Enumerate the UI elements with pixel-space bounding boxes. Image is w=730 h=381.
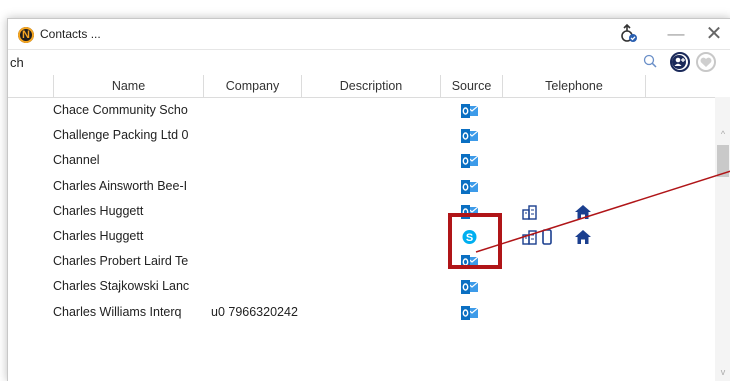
column-header-company[interactable]: Company (204, 75, 302, 97)
heart-icon (700, 57, 712, 67)
add-contact-icon (672, 55, 686, 69)
header-spacer (8, 75, 54, 97)
close-button[interactable]: ✕ (703, 23, 725, 45)
contact-name: Chace Community Scho (53, 103, 188, 117)
outlook-icon (461, 279, 479, 295)
vertical-scrollbar[interactable]: ^ v (715, 97, 730, 381)
column-header-name[interactable]: Name (54, 75, 204, 97)
search-input[interactable] (8, 52, 632, 72)
search-icon[interactable] (642, 53, 660, 71)
table-row[interactable]: Charles Stajkowski Lanc (8, 275, 708, 300)
scroll-up-icon[interactable]: ^ (715, 127, 730, 141)
column-header-description[interactable]: Description (302, 75, 441, 97)
upload-check-icon[interactable] (618, 23, 640, 45)
contact-name: Charles Huggett (53, 203, 144, 218)
source-highlight-box (448, 213, 502, 269)
outlook-icon (461, 305, 479, 321)
scroll-down-icon[interactable]: v (715, 365, 730, 379)
favorite-button[interactable] (696, 52, 716, 72)
contact-name: Channel (53, 153, 100, 168)
minimize-icon: — (667, 24, 685, 43)
home-phone-icon[interactable] (574, 204, 592, 220)
mobile-phone-icon[interactable] (541, 229, 553, 245)
close-icon: ✕ (705, 23, 723, 45)
table-row[interactable]: Charles Ainsworth Bee-I (8, 175, 708, 200)
outlook-icon (461, 103, 479, 119)
contacts-window: N Contacts ... — ✕ ch Name Company Descr… (7, 18, 730, 381)
outlook-icon (461, 179, 479, 195)
app-logo-icon: N (18, 27, 34, 43)
contact-name: Charles Stajkowski Lanc (53, 279, 190, 294)
outlook-icon (461, 128, 479, 144)
contact-name: Charles Williams Interq (53, 304, 182, 319)
contact-name: Charles Probert Laird Te (53, 254, 189, 269)
office-phone-icon[interactable] (522, 229, 540, 245)
table-row[interactable]: Charles Huggett S (8, 225, 708, 250)
minimize-button[interactable]: — (665, 23, 687, 45)
contact-name: Charles Huggett (53, 229, 144, 243)
column-header-telephone[interactable]: Telephone (503, 75, 646, 97)
table-row[interactable]: Charles Probert Laird Te (8, 250, 708, 275)
table-row[interactable]: Chace Community Scho (8, 99, 708, 124)
home-phone-icon[interactable] (574, 229, 592, 245)
contacts-list: Chace Community Scho Challenge Packing Lt… (8, 97, 708, 381)
scroll-thumb[interactable] (717, 145, 729, 177)
contact-name: Charles Ainsworth Bee-I (53, 178, 188, 193)
add-contact-button[interactable] (670, 52, 690, 72)
search-bar (8, 49, 730, 76)
table-row[interactable]: Charles Huggett (8, 200, 708, 225)
column-header-source[interactable]: Source (441, 75, 503, 97)
window-title: Contacts ... (40, 27, 101, 41)
table-row[interactable]: Charles Williams Interq u0 7966320242 (8, 301, 708, 326)
office-phone-icon[interactable] (522, 204, 540, 220)
table-header: Name Company Description Source Telephon… (8, 75, 730, 98)
title-bar: N Contacts ... — ✕ (8, 19, 730, 49)
table-row[interactable]: Challenge Packing Ltd 0 (8, 124, 708, 149)
table-row[interactable]: Channel (8, 149, 708, 174)
outlook-icon (461, 153, 479, 169)
contact-description: u0 7966320242 (211, 304, 298, 319)
contact-name: Challenge Packing Ltd 0 (53, 128, 189, 143)
